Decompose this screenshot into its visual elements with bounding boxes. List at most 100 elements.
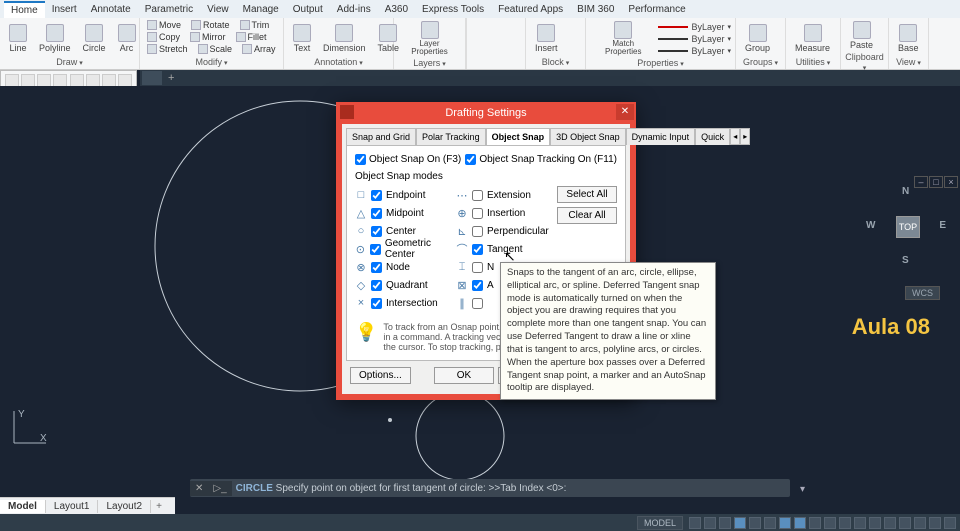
snap-node-checkbox[interactable] bbox=[371, 262, 382, 273]
insert-button[interactable]: Insert bbox=[530, 23, 563, 54]
status-toggle-17[interactable] bbox=[944, 517, 956, 529]
base-button[interactable]: Base bbox=[893, 23, 924, 54]
new-tab-button[interactable]: + bbox=[164, 72, 178, 84]
dialog-tab-snap-and-grid[interactable]: Snap and Grid bbox=[346, 128, 416, 145]
group-button[interactable]: Group bbox=[740, 23, 775, 54]
command-expand-icon[interactable]: ▾ bbox=[800, 484, 805, 495]
menu-tab-home[interactable]: Home bbox=[4, 1, 45, 18]
match-properties-button[interactable]: Match Properties bbox=[590, 20, 656, 57]
mirror-button[interactable]: Mirror bbox=[187, 32, 229, 42]
status-toggle-9[interactable] bbox=[824, 517, 836, 529]
dialog-tab-dynamic-input[interactable]: Dynamic Input bbox=[626, 128, 696, 145]
menu-tab-add-ins[interactable]: Add-ins bbox=[330, 2, 378, 17]
options-button[interactable]: Options... bbox=[350, 367, 411, 384]
snap-tangent-checkbox[interactable] bbox=[472, 244, 483, 255]
clear-all-button[interactable]: Clear All bbox=[557, 207, 617, 224]
snap-extension-checkbox[interactable] bbox=[472, 190, 483, 201]
snap-endpoint-checkbox[interactable] bbox=[371, 190, 382, 201]
trim-button[interactable]: Trim bbox=[237, 20, 273, 30]
bylayer-dropdown-0[interactable]: ByLayer▾ bbox=[658, 22, 731, 32]
layout-tab-layout1[interactable]: Layout1 bbox=[46, 500, 99, 513]
dialog-tab-quick[interactable]: Quick bbox=[695, 128, 730, 145]
snap-mode-checkbox[interactable] bbox=[472, 298, 483, 309]
snap-insertion-checkbox[interactable] bbox=[472, 208, 483, 219]
copy-button[interactable]: Copy bbox=[144, 32, 183, 42]
menu-tab-performance[interactable]: Performance bbox=[621, 2, 692, 17]
measure-button[interactable]: Measure bbox=[790, 23, 835, 54]
rotate-button[interactable]: Rotate bbox=[188, 20, 233, 30]
dialog-tab-object-snap[interactable]: Object Snap bbox=[486, 128, 551, 145]
stretch-button[interactable]: Stretch bbox=[144, 44, 191, 54]
dialog-tab-polar-tracking[interactable]: Polar Tracking bbox=[416, 128, 486, 145]
status-toggle-16[interactable] bbox=[929, 517, 941, 529]
layout-tab-layout2[interactable]: Layout2 bbox=[98, 500, 151, 513]
snap-geometric-center-checkbox[interactable] bbox=[370, 244, 381, 255]
dimension-button[interactable]: Dimension bbox=[318, 23, 371, 54]
move-button[interactable]: Move bbox=[144, 20, 184, 30]
bylayer-dropdown-1[interactable]: ByLayer▾ bbox=[658, 34, 731, 44]
object-snap-on-checkbox[interactable]: Object Snap On (F3) bbox=[355, 154, 461, 165]
status-toggle-10[interactable] bbox=[839, 517, 851, 529]
menu-tab-express-tools[interactable]: Express Tools bbox=[415, 2, 491, 17]
arc-button[interactable]: Arc bbox=[113, 23, 141, 54]
status-toggle-3[interactable] bbox=[734, 517, 746, 529]
close-icon[interactable]: ✕ bbox=[616, 104, 634, 120]
select-all-button[interactable]: Select All bbox=[557, 186, 617, 203]
status-toggle-7[interactable] bbox=[794, 517, 806, 529]
menu-tab-bim-360[interactable]: BIM 360 bbox=[570, 2, 621, 17]
ok-button[interactable]: OK bbox=[434, 367, 494, 384]
viewport-close[interactable]: × bbox=[944, 176, 958, 188]
start-tab[interactable] bbox=[142, 71, 162, 85]
status-toggle-8[interactable] bbox=[809, 517, 821, 529]
snap-center-checkbox[interactable] bbox=[371, 226, 382, 237]
scale-button[interactable]: Scale bbox=[195, 44, 236, 54]
layer-properties-button[interactable]: Layer Properties bbox=[398, 20, 461, 57]
status-toggle-13[interactable] bbox=[884, 517, 896, 529]
status-toggle-12[interactable] bbox=[869, 517, 881, 529]
line-button[interactable]: Line bbox=[4, 23, 32, 54]
tab-scroll[interactable]: ▸ bbox=[740, 128, 750, 145]
status-toggle-5[interactable] bbox=[764, 517, 776, 529]
snap-midpoint-checkbox[interactable] bbox=[371, 208, 382, 219]
menu-tab-view[interactable]: View bbox=[200, 2, 236, 17]
bylayer-dropdown-2[interactable]: ByLayer▾ bbox=[658, 46, 731, 56]
command-line[interactable]: ✕ ▷_ CIRCLE Specify point on object for … bbox=[190, 479, 790, 497]
menu-tab-a360[interactable]: A360 bbox=[378, 2, 415, 17]
command-history-icon[interactable]: ✕ bbox=[190, 481, 208, 496]
status-toggle-6[interactable] bbox=[779, 517, 791, 529]
snap-a-checkbox[interactable] bbox=[472, 280, 483, 291]
viewcube-top[interactable]: TOP bbox=[896, 216, 920, 238]
snap-quadrant-checkbox[interactable] bbox=[371, 280, 382, 291]
layout-tab-model[interactable]: Model bbox=[0, 500, 46, 513]
status-toggle-15[interactable] bbox=[914, 517, 926, 529]
menu-tab-parametric[interactable]: Parametric bbox=[138, 2, 200, 17]
array-button[interactable]: Array bbox=[239, 44, 279, 54]
snap-n-checkbox[interactable] bbox=[472, 262, 483, 273]
polyline-button[interactable]: Polyline bbox=[34, 23, 76, 54]
status-toggle-4[interactable] bbox=[749, 517, 761, 529]
status-model-button[interactable]: MODEL bbox=[637, 516, 683, 530]
menu-tab-featured-apps[interactable]: Featured Apps bbox=[491, 2, 570, 17]
tab-scroll[interactable]: ◂ bbox=[730, 128, 740, 145]
menu-tab-annotate[interactable]: Annotate bbox=[84, 2, 138, 17]
dialog-tab-3d-object-snap[interactable]: 3D Object Snap bbox=[550, 128, 626, 145]
dialog-titlebar[interactable]: Drafting Settings ✕ bbox=[336, 102, 636, 124]
status-toggle-14[interactable] bbox=[899, 517, 911, 529]
wcs-label[interactable]: WCS bbox=[905, 286, 940, 300]
viewcube[interactable]: N S E W TOP bbox=[866, 186, 946, 266]
fillet-button[interactable]: Fillet bbox=[233, 32, 270, 42]
paste-button[interactable]: Paste bbox=[845, 20, 878, 51]
circle-button[interactable]: Circle bbox=[78, 23, 111, 54]
menu-tab-manage[interactable]: Manage bbox=[236, 2, 286, 17]
add-layout-button[interactable]: + bbox=[151, 501, 167, 512]
menu-tab-insert[interactable]: Insert bbox=[45, 2, 84, 17]
snap-perpendicular-checkbox[interactable] bbox=[472, 226, 483, 237]
status-toggle-11[interactable] bbox=[854, 517, 866, 529]
menu-tab-output[interactable]: Output bbox=[286, 2, 330, 17]
status-toggle-0[interactable] bbox=[689, 517, 701, 529]
object-snap-tracking-checkbox[interactable]: Object Snap Tracking On (F11) bbox=[465, 154, 617, 165]
status-toggle-1[interactable] bbox=[704, 517, 716, 529]
text-button[interactable]: Text bbox=[288, 23, 316, 54]
status-toggle-2[interactable] bbox=[719, 517, 731, 529]
snap-intersection-checkbox[interactable] bbox=[371, 298, 382, 309]
